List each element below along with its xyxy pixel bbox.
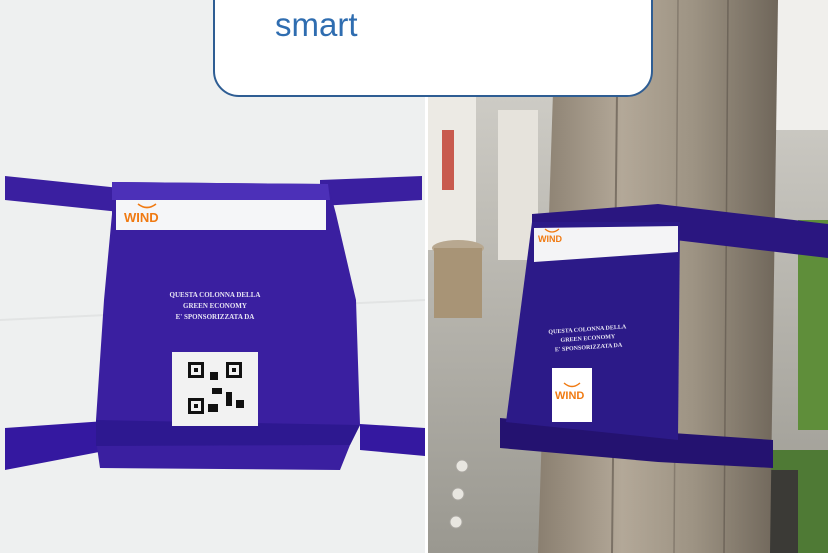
sign-line: E' SPONSORIZZATA DA [175, 313, 255, 321]
sign-text: QUESTA COLONNA DELLA GREEN ECONOMY E' SP… [150, 290, 280, 323]
wind-logo-box: WIND [552, 380, 592, 410]
wind-logo-text: WIND [538, 234, 562, 244]
callout-box: smart [213, 0, 653, 97]
wind-logo-text: WIND [124, 210, 159, 225]
sign-line: GREEN ECONOMY [183, 302, 247, 310]
wind-logo: WIND [124, 202, 174, 228]
sign-line: QUESTA COLONNA DELLA [169, 291, 261, 299]
wind-logo-mark [563, 382, 581, 388]
callout-text: smart [275, 6, 358, 43]
wind-logo-strip: WIND [538, 228, 578, 248]
wind-logo-mark [137, 203, 157, 209]
wind-logo-text: WIND [555, 390, 585, 402]
